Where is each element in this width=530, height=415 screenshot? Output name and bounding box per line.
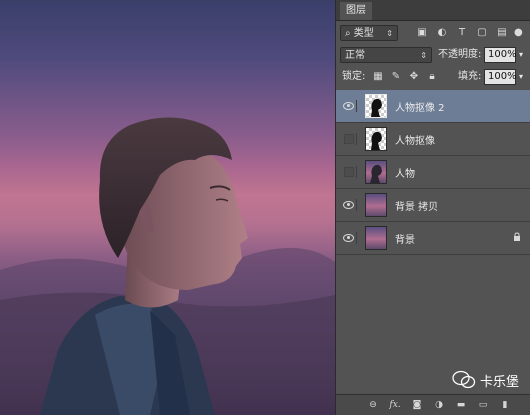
layer-thumbnail	[365, 193, 387, 217]
panel-bottom-toolbar: ⊖ fx. ◙ ◑ ▬ ▭ ▮	[336, 394, 530, 415]
shape-filter-icon[interactable]: ▢	[476, 27, 488, 39]
chevron-updown-icon: ⇕	[420, 51, 427, 60]
layer-thumbnail	[365, 160, 387, 184]
trash-icon[interactable]: ▮	[498, 398, 512, 412]
panel-tab-bar: 图层	[336, 0, 530, 21]
filter-kind-dropdown[interactable]: ⌕ 类型 ⇕	[340, 25, 398, 41]
new-layer-icon[interactable]: ▭	[476, 398, 490, 412]
blend-row: 正常 ⇕ 不透明度: 100% ▾	[336, 46, 530, 64]
layer-thumbnail	[365, 94, 387, 118]
opacity-label: 不透明度:	[438, 49, 482, 60]
filter-row: ⌕ 类型 ⇕ ▣ ◐ T ▢ ▤ ●	[336, 24, 530, 42]
lock-all-icon[interactable]: 🔒︎	[426, 71, 438, 83]
layer-row[interactable]: 背景	[336, 222, 530, 255]
group-icon[interactable]: ▬	[454, 398, 468, 412]
layer-name: 背景	[395, 235, 415, 246]
document-canvas[interactable]	[0, 0, 335, 415]
visibility-toggle[interactable]	[342, 199, 357, 211]
visibility-toggle[interactable]	[342, 133, 357, 145]
lock-image-brush-icon[interactable]: ✎	[390, 71, 402, 83]
hidden-box-icon	[344, 167, 354, 177]
filter-toggle-icon[interactable]: ●	[514, 27, 523, 39]
visibility-toggle[interactable]	[342, 232, 357, 244]
eye-icon	[343, 102, 354, 110]
filter-kind-label: 类型	[353, 28, 374, 39]
lock-position-move-icon[interactable]: ✥	[408, 71, 420, 83]
hidden-box-icon	[344, 134, 354, 144]
fill-input[interactable]: 100%	[484, 69, 517, 85]
watermark-text: 卡乐堡	[480, 375, 520, 390]
eye-icon	[343, 201, 354, 209]
layer-name: 人物抠像	[395, 136, 435, 147]
layer-name: 人物抠像 2	[395, 103, 445, 114]
fx-icon[interactable]: fx.	[388, 398, 402, 412]
layer-name: 背景 拷贝	[395, 202, 439, 213]
chat-bubble-icon	[452, 370, 476, 389]
opacity-input[interactable]: 100%	[484, 47, 517, 63]
image-filter-icon[interactable]: ▣	[416, 27, 428, 39]
layer-row[interactable]: 人物抠像	[336, 123, 530, 156]
lock-icon	[514, 232, 520, 241]
layer-name: 人物	[395, 169, 415, 180]
lock-row: 锁定: ▦ ✎ ✥ 🔒︎ 填充: 100% ▾	[336, 68, 530, 86]
layers-panel: 图层 ⌕ 类型 ⇕ ▣ ◐ T ▢ ▤ ● 正常 ⇕ 不透明度: 100% ▾ …	[335, 0, 530, 415]
layer-row[interactable]: 人物抠像 2	[336, 90, 530, 123]
mask-icon[interactable]: ◙	[410, 398, 424, 412]
eye-icon	[343, 234, 354, 242]
adjustment-icon[interactable]: ◑	[432, 398, 446, 412]
layer-thumbnail	[365, 226, 387, 250]
fill-dropdown-arrow-icon[interactable]: ▾	[519, 69, 523, 85]
link-icon[interactable]: ⊖	[366, 398, 380, 412]
search-icon: ⌕	[345, 28, 351, 39]
layer-thumbnail	[365, 127, 387, 151]
opacity-dropdown-arrow-icon[interactable]: ▾	[519, 47, 523, 63]
blend-mode-dropdown[interactable]: 正常 ⇕	[340, 47, 432, 63]
visibility-toggle[interactable]	[342, 166, 357, 178]
portrait-photo	[0, 117, 335, 415]
layer-list: 人物抠像 2 人物抠像 人物 背景 拷贝 背景	[336, 90, 530, 255]
smartobject-filter-icon[interactable]: ▤	[496, 27, 508, 39]
type-filter-icon[interactable]: T	[456, 27, 468, 39]
chevron-updown-icon: ⇕	[386, 29, 393, 38]
layer-row[interactable]: 人物	[336, 156, 530, 189]
layer-row[interactable]: 背景 拷贝	[336, 189, 530, 222]
lock-transparency-icon[interactable]: ▦	[372, 71, 384, 83]
visibility-toggle[interactable]	[342, 100, 357, 112]
lock-label: 锁定:	[342, 71, 366, 82]
adjustment-filter-icon[interactable]: ◐	[436, 27, 448, 39]
blend-mode-value: 正常	[345, 50, 365, 61]
watermark: 卡乐堡	[450, 367, 530, 393]
tab-layers[interactable]: 图层	[340, 2, 372, 20]
fill-label: 填充:	[458, 71, 482, 82]
